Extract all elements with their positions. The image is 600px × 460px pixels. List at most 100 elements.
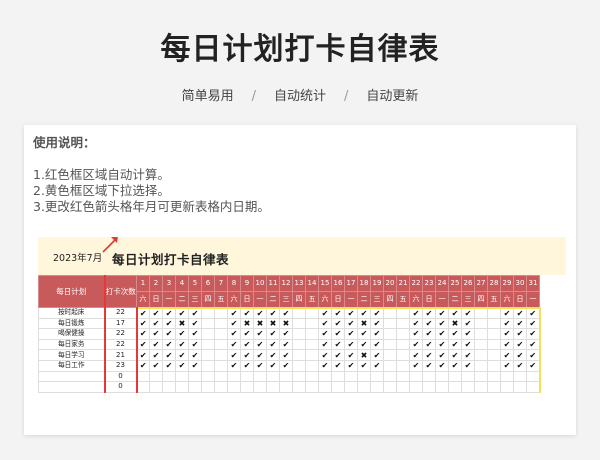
checkin-mark-cell[interactable] bbox=[474, 317, 488, 330]
checkin-mark-cell[interactable] bbox=[214, 381, 228, 393]
checkin-mark-cell[interactable] bbox=[357, 381, 371, 393]
checkin-mark-cell[interactable]: ✔ bbox=[409, 306, 423, 319]
checkin-mark-cell[interactable] bbox=[487, 306, 501, 319]
checkin-mark-cell[interactable] bbox=[487, 359, 501, 372]
checkin-mark-cell[interactable]: ✔ bbox=[344, 317, 358, 330]
checkin-mark-cell[interactable]: ✔ bbox=[461, 338, 475, 351]
checkin-mark-cell[interactable]: ✔ bbox=[526, 338, 541, 351]
plan-name-cell[interactable]: 每日学习 bbox=[38, 349, 105, 361]
checkin-mark-cell[interactable] bbox=[292, 317, 306, 330]
checkin-mark-cell[interactable]: ✔ bbox=[162, 328, 176, 340]
checkin-mark-cell[interactable] bbox=[214, 349, 228, 361]
checkin-mark-cell[interactable]: ✔ bbox=[357, 328, 371, 340]
plan-name-cell[interactable]: 每日工作 bbox=[38, 359, 105, 372]
checkin-mark-cell[interactable]: ✔ bbox=[149, 317, 163, 330]
checkin-mark-cell[interactable] bbox=[383, 338, 397, 351]
checkin-mark-cell[interactable]: ✔ bbox=[344, 306, 358, 319]
checkin-mark-cell[interactable] bbox=[292, 370, 306, 383]
checkin-mark-cell[interactable] bbox=[487, 370, 501, 383]
checkin-mark-cell[interactable] bbox=[214, 338, 228, 351]
checkin-mark-cell[interactable] bbox=[422, 381, 436, 393]
checkin-mark-cell[interactable]: ✔ bbox=[318, 306, 332, 319]
checkin-mark-cell[interactable] bbox=[474, 359, 488, 372]
checkin-mark-cell[interactable] bbox=[201, 370, 215, 383]
checkin-mark-cell[interactable]: ✔ bbox=[227, 338, 241, 351]
checkin-mark-cell[interactable]: ✔ bbox=[409, 338, 423, 351]
checkin-mark-cell[interactable] bbox=[318, 370, 332, 383]
checkin-mark-cell[interactable] bbox=[227, 370, 241, 383]
checkin-mark-cell[interactable] bbox=[383, 370, 397, 383]
checkin-mark-cell[interactable] bbox=[149, 381, 163, 393]
checkin-mark-cell[interactable] bbox=[279, 370, 293, 383]
checkin-mark-cell[interactable] bbox=[474, 349, 488, 361]
checkin-mark-cell[interactable] bbox=[396, 338, 410, 351]
checkin-mark-cell[interactable] bbox=[149, 370, 163, 383]
checkin-mark-cell[interactable]: ✔ bbox=[175, 338, 189, 351]
checkin-mark-cell[interactable]: ✔ bbox=[448, 338, 462, 351]
checkin-mark-cell[interactable] bbox=[409, 381, 423, 393]
checkin-mark-cell[interactable]: ✖ bbox=[279, 317, 293, 330]
checkin-mark-cell[interactable] bbox=[409, 370, 423, 383]
checkin-mark-cell[interactable] bbox=[422, 370, 436, 383]
checkin-mark-cell[interactable] bbox=[396, 381, 410, 393]
checkin-mark-cell[interactable] bbox=[201, 317, 215, 330]
checkin-mark-cell[interactable] bbox=[331, 370, 345, 383]
checkin-mark-cell[interactable]: ✔ bbox=[136, 359, 150, 372]
checkin-mark-cell[interactable] bbox=[474, 306, 488, 319]
checkin-mark-cell[interactable]: ✔ bbox=[435, 349, 449, 361]
checkin-mark-cell[interactable]: ✔ bbox=[513, 338, 527, 351]
checkin-mark-cell[interactable]: ✔ bbox=[318, 328, 332, 340]
checkin-mark-cell[interactable]: ✔ bbox=[370, 328, 384, 340]
checkin-mark-cell[interactable]: ✔ bbox=[370, 317, 384, 330]
year-month-cell[interactable]: 2023年7月 bbox=[53, 250, 102, 264]
checkin-mark-cell[interactable] bbox=[500, 381, 514, 393]
checkin-mark-cell[interactable] bbox=[305, 338, 319, 351]
checkin-mark-cell[interactable]: ✔ bbox=[253, 306, 267, 319]
checkin-mark-cell[interactable]: ✔ bbox=[188, 328, 202, 340]
checkin-mark-cell[interactable]: ✔ bbox=[318, 359, 332, 372]
checkin-mark-cell[interactable] bbox=[266, 381, 280, 393]
checkin-mark-cell[interactable] bbox=[188, 370, 202, 383]
checkin-mark-cell[interactable]: ✔ bbox=[370, 306, 384, 319]
checkin-mark-cell[interactable] bbox=[305, 328, 319, 340]
checkin-mark-cell[interactable] bbox=[396, 317, 410, 330]
checkin-mark-cell[interactable]: ✔ bbox=[331, 317, 345, 330]
plan-name-cell[interactable] bbox=[38, 381, 105, 393]
checkin-mark-cell[interactable] bbox=[201, 349, 215, 361]
checkin-mark-cell[interactable] bbox=[227, 381, 241, 393]
checkin-mark-cell[interactable]: ✔ bbox=[435, 328, 449, 340]
checkin-mark-cell[interactable]: ✔ bbox=[266, 359, 280, 372]
plan-name-cell[interactable] bbox=[38, 370, 105, 383]
checkin-mark-cell[interactable] bbox=[292, 349, 306, 361]
checkin-mark-cell[interactable]: ✔ bbox=[175, 359, 189, 372]
checkin-mark-cell[interactable]: ✔ bbox=[422, 338, 436, 351]
checkin-mark-cell[interactable]: ✔ bbox=[227, 306, 241, 319]
checkin-mark-cell[interactable] bbox=[448, 370, 462, 383]
checkin-mark-cell[interactable]: ✔ bbox=[513, 317, 527, 330]
checkin-mark-cell[interactable]: ✔ bbox=[461, 349, 475, 361]
checkin-mark-cell[interactable]: ✔ bbox=[357, 338, 371, 351]
checkin-mark-cell[interactable] bbox=[279, 381, 293, 393]
checkin-mark-cell[interactable]: ✔ bbox=[136, 349, 150, 361]
checkin-mark-cell[interactable]: ✔ bbox=[253, 338, 267, 351]
checkin-mark-cell[interactable] bbox=[370, 370, 384, 383]
checkin-mark-cell[interactable] bbox=[396, 349, 410, 361]
checkin-mark-cell[interactable]: ✔ bbox=[136, 328, 150, 340]
checkin-mark-cell[interactable] bbox=[513, 381, 527, 393]
checkin-mark-cell[interactable]: ✔ bbox=[266, 328, 280, 340]
checkin-mark-cell[interactable]: ✔ bbox=[448, 328, 462, 340]
checkin-mark-cell[interactable]: ✔ bbox=[240, 359, 254, 372]
plan-name-cell[interactable]: 每日家务 bbox=[38, 338, 105, 351]
checkin-mark-cell[interactable] bbox=[136, 370, 150, 383]
checkin-mark-cell[interactable]: ✔ bbox=[461, 359, 475, 372]
checkin-mark-cell[interactable]: ✔ bbox=[500, 306, 514, 319]
checkin-mark-cell[interactable] bbox=[396, 359, 410, 372]
checkin-mark-cell[interactable]: ✔ bbox=[370, 359, 384, 372]
checkin-mark-cell[interactable]: ✔ bbox=[513, 349, 527, 361]
checkin-mark-cell[interactable]: ✔ bbox=[448, 359, 462, 372]
checkin-mark-cell[interactable]: ✔ bbox=[266, 306, 280, 319]
checkin-mark-cell[interactable]: ✔ bbox=[240, 306, 254, 319]
checkin-mark-cell[interactable]: ✔ bbox=[188, 317, 202, 330]
checkin-mark-cell[interactable]: ✔ bbox=[253, 328, 267, 340]
checkin-mark-cell[interactable] bbox=[474, 328, 488, 340]
